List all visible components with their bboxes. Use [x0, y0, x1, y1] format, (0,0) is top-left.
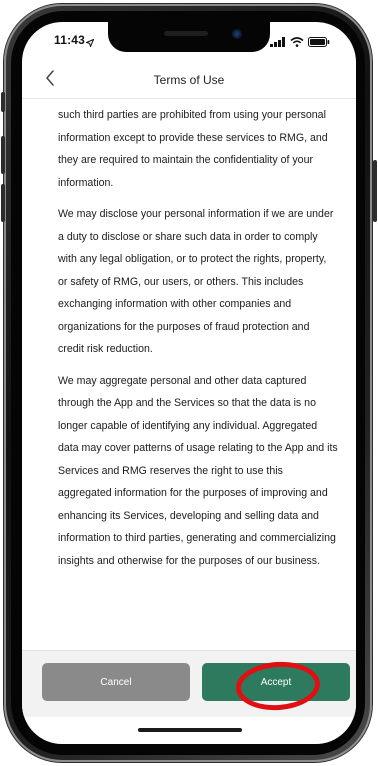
screenshot-stage: 11:43 Terms of Use such third parties ar…	[0, 0, 378, 766]
terms-paragraph: such third parties are prohibited from u…	[58, 109, 328, 189]
cancel-button[interactable]: Cancel	[42, 663, 190, 701]
location-arrow-icon	[85, 34, 95, 52]
front-camera	[232, 29, 242, 39]
wifi-icon	[290, 34, 304, 52]
phone-screen: 11:43 Terms of Use such third parties ar…	[22, 22, 356, 744]
power-button	[373, 160, 377, 222]
battery-icon	[308, 34, 330, 52]
page-title: Terms of Use	[153, 73, 225, 87]
notch	[108, 22, 270, 52]
navigation-bar: Terms of Use	[22, 64, 356, 99]
volume-down-button	[1, 184, 5, 222]
earpiece-speaker	[164, 31, 208, 36]
terms-paragraph: We may aggregate personal and other data…	[58, 374, 338, 567]
mute-switch	[1, 92, 5, 112]
terms-paragraph: We may disclose your personal informatio…	[58, 208, 334, 355]
terms-content: such third parties are prohibited from u…	[58, 104, 338, 581]
cellular-signal-icon	[270, 34, 286, 52]
home-indicator	[138, 728, 242, 732]
status-time: 11:43	[54, 33, 86, 47]
status-icons	[270, 34, 330, 52]
volume-up-button	[1, 136, 5, 174]
